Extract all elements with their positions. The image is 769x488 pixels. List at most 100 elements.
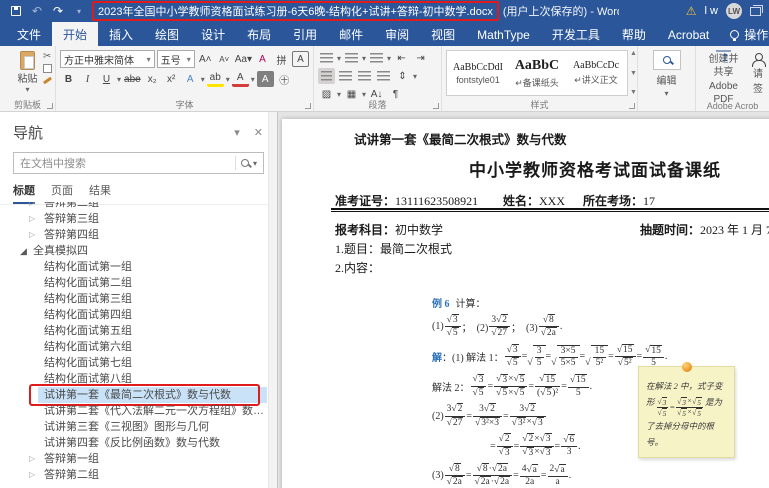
qat-customize-icon[interactable]: ▾ xyxy=(73,5,85,17)
nav-tab-标题[interactable]: 标题 xyxy=(13,182,35,204)
font-size-combo[interactable]: 五号▾ xyxy=(157,50,195,68)
nav-tree-item[interactable]: 试讲第三套《三视图》图形与几何 xyxy=(0,419,267,435)
phonetic-guide-icon[interactable]: 拼 xyxy=(273,51,290,67)
nav-tab-结果[interactable]: 结果 xyxy=(89,182,111,204)
clear-formatting-icon[interactable]: A xyxy=(254,51,271,67)
nav-tree-item[interactable]: 结构化面试第七组 xyxy=(0,355,267,371)
style-card[interactable]: AaBbC↵备课纸头 xyxy=(509,53,565,93)
expand-triangle-icon[interactable]: ▷ xyxy=(29,451,35,467)
undo-icon[interactable]: ↶ xyxy=(31,5,43,17)
nav-tree-item[interactable]: 试讲第四套《反比例函数》数与代数 xyxy=(0,435,267,451)
nav-tree-item[interactable]: ▷答辩第一组 xyxy=(0,451,267,467)
ribbon-tab-布局[interactable]: 布局 xyxy=(236,22,282,46)
copy-icon[interactable] xyxy=(43,64,52,73)
enclose-characters-icon[interactable]: ㊉ xyxy=(276,71,293,87)
nav-tab-页面[interactable]: 页面 xyxy=(51,182,73,204)
format-painter-icon[interactable] xyxy=(43,77,52,85)
ribbon-tab-MathType[interactable]: MathType xyxy=(466,22,541,46)
search-icon[interactable] xyxy=(241,159,249,167)
change-case-icon[interactable]: Aa▾ xyxy=(235,51,252,67)
clipboard-dialog-launcher[interactable] xyxy=(47,103,53,109)
style-card[interactable]: AaBbCcDdIfontstyle01 xyxy=(450,53,506,93)
italic-icon[interactable]: I xyxy=(79,71,96,87)
find-button[interactable] xyxy=(653,50,681,70)
text-effects-icon[interactable]: A xyxy=(182,71,199,87)
line-spacing-icon[interactable]: ⇕ xyxy=(394,68,411,84)
styles-scroll-up-icon[interactable]: ▲ xyxy=(630,50,637,57)
nav-close-icon[interactable]: ✕ xyxy=(254,126,263,139)
nav-tree-item[interactable]: 试讲第一套《最简二次根式》数与代数 xyxy=(0,387,267,403)
warning-icon[interactable]: ⚠ xyxy=(686,4,697,18)
nav-options-chevron-icon[interactable]: ▾ xyxy=(234,126,240,139)
ribbon-tab-审阅[interactable]: 审阅 xyxy=(374,22,420,46)
create-share-pdf-button[interactable]: 创建并共享 Adobe PDF xyxy=(704,50,743,98)
expand-triangle-icon[interactable]: ▷ xyxy=(29,211,35,227)
ribbon-tab-帮助[interactable]: 帮助 xyxy=(611,22,657,46)
superscript-icon[interactable]: x² xyxy=(163,71,180,87)
bullets-icon[interactable] xyxy=(318,50,335,66)
character-border-icon[interactable]: A xyxy=(292,51,309,67)
request-signatures-button[interactable]: 请 签 xyxy=(751,50,765,98)
font-color-icon[interactable]: A xyxy=(232,71,249,87)
ribbon-tab-插入[interactable]: 插入 xyxy=(98,22,144,46)
nav-tree-item[interactable]: 结构化面试第四组 xyxy=(0,307,267,323)
ribbon-tab-开发工具[interactable]: 开发工具 xyxy=(541,22,611,46)
nav-tree-item[interactable]: ▷答辩第四组 xyxy=(0,227,267,243)
ribbon-tab-邮件[interactable]: 邮件 xyxy=(328,22,374,46)
font-dialog-launcher[interactable] xyxy=(305,103,311,109)
justify-icon[interactable] xyxy=(375,68,392,84)
nav-tree-item[interactable]: 结构化面试第一组 xyxy=(0,259,267,275)
styles-scroll-down-icon[interactable]: ▼ xyxy=(630,70,637,77)
strikethrough-icon[interactable]: abe xyxy=(123,71,142,87)
document-page[interactable]: 试讲第一套《最简二次根式》数与代数 中小学教师资格考试面试备课纸 准考证号：13… xyxy=(282,119,769,488)
styles-expand-icon[interactable]: ▼ xyxy=(630,89,637,96)
redo-icon[interactable]: ↷ xyxy=(52,5,64,17)
expand-triangle-icon[interactable]: ▷ xyxy=(29,202,35,211)
ribbon-tab-文件[interactable]: 文件 xyxy=(6,22,52,46)
nav-tree-item[interactable]: 结构化面试第六组 xyxy=(0,339,267,355)
grow-font-icon[interactable]: A˄ xyxy=(197,51,214,67)
cut-icon[interactable]: ✂ xyxy=(43,51,52,62)
ribbon-tab-引用[interactable]: 引用 xyxy=(282,22,328,46)
expand-triangle-icon[interactable]: ▷ xyxy=(29,467,35,483)
nav-tree-item[interactable]: ◢全真模拟四 xyxy=(0,243,267,259)
paste-button[interactable]: 粘贴 ▾ xyxy=(18,51,38,94)
collapse-triangle-icon[interactable]: ◢ xyxy=(20,243,27,259)
save-icon[interactable] xyxy=(10,5,22,17)
decrease-indent-icon[interactable]: ⇤ xyxy=(393,50,410,66)
highlight-color-icon[interactable]: ab xyxy=(207,71,224,87)
nav-tree-item[interactable]: ▷答辩第三组 xyxy=(0,211,267,227)
numbering-icon[interactable] xyxy=(343,50,360,66)
nav-tree-item[interactable]: 结构化面试第八组 xyxy=(0,371,267,387)
character-shading-icon[interactable]: A xyxy=(257,71,274,87)
ribbon-tab-绘图[interactable]: 绘图 xyxy=(144,22,190,46)
nav-tree-item[interactable]: 结构化面试第二组 xyxy=(0,275,267,291)
ribbon-tab-开始[interactable]: 开始 xyxy=(52,22,98,46)
style-card[interactable]: AaBbCcDc↵讲义正文 xyxy=(568,53,624,93)
align-left-icon[interactable] xyxy=(318,68,335,84)
ribbon-tab-视图[interactable]: 视图 xyxy=(420,22,466,46)
restore-window-icon[interactable] xyxy=(750,7,761,16)
expand-triangle-icon[interactable]: ▷ xyxy=(29,227,35,243)
nav-scrollbar[interactable] xyxy=(268,112,277,488)
nav-tree-item[interactable]: ▷答辩第二组 xyxy=(0,467,267,483)
avatar[interactable]: LW xyxy=(726,3,742,19)
shrink-font-icon[interactable]: A˅ xyxy=(216,51,233,67)
multilevel-list-icon[interactable] xyxy=(368,50,385,66)
nav-tree-item[interactable]: 试讲第二套《代入法解二元一次方程组》数与... xyxy=(0,403,267,419)
nav-tree-item[interactable]: 结构化面试第三组 xyxy=(0,291,267,307)
nav-tree-item[interactable]: 结构化面试第五组 xyxy=(0,323,267,339)
bold-icon[interactable]: B xyxy=(60,71,77,87)
ribbon-tab-设计[interactable]: 设计 xyxy=(190,22,236,46)
align-center-icon[interactable] xyxy=(337,68,354,84)
subscript-icon[interactable]: x₂ xyxy=(144,71,161,87)
underline-icon[interactable]: U xyxy=(98,71,115,87)
document-search-box[interactable]: 在文档中搜索 ▾ xyxy=(13,152,264,174)
increase-indent-icon[interactable]: ⇥ xyxy=(412,50,429,66)
tell-me-search[interactable]: 操作说明搜索 xyxy=(720,22,769,46)
align-right-icon[interactable] xyxy=(356,68,373,84)
styles-dialog-launcher[interactable] xyxy=(629,103,635,109)
paragraph-dialog-launcher[interactable] xyxy=(433,103,439,109)
ribbon-tab-Acrobat[interactable]: Acrobat xyxy=(657,22,720,46)
nav-tree-item[interactable]: ▷答辩第二组 xyxy=(0,202,267,211)
